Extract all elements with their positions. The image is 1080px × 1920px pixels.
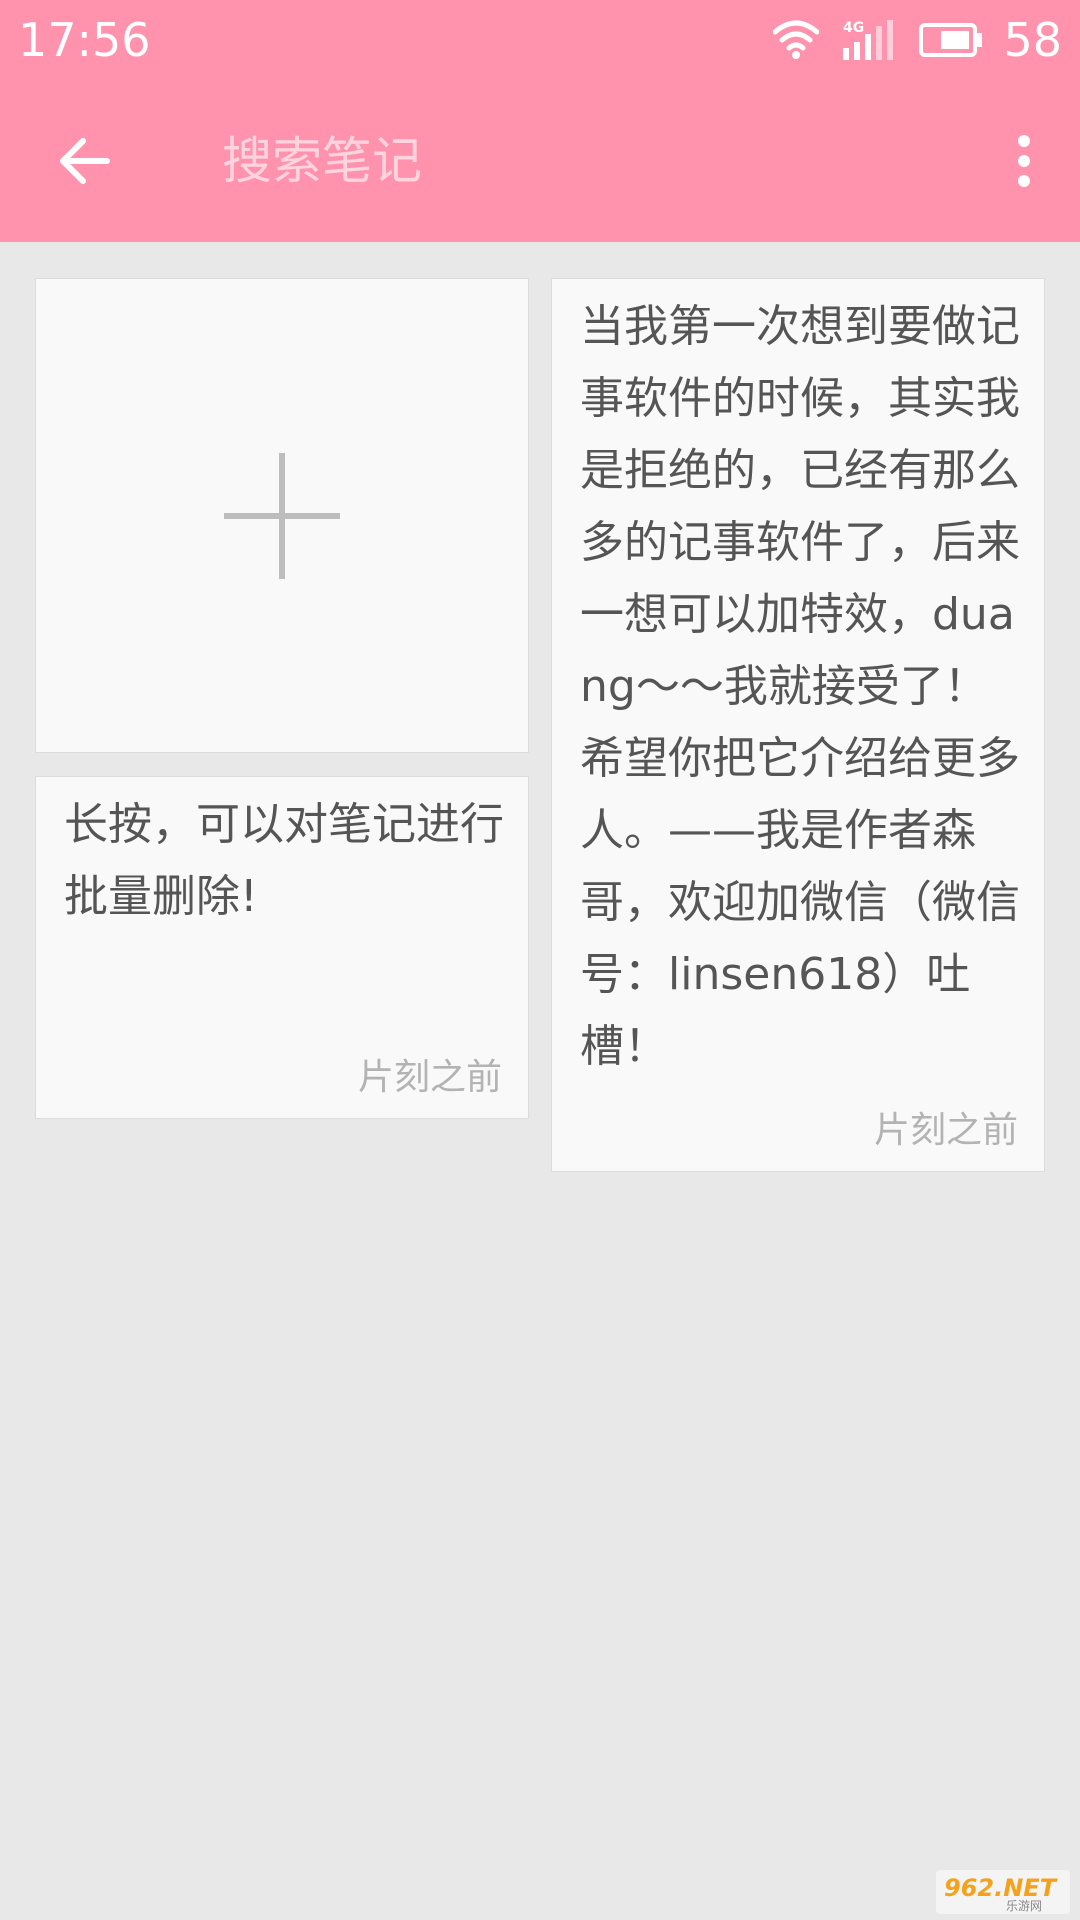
battery-icon	[919, 22, 983, 58]
watermark-logo: 962.NET 乐游网	[936, 1870, 1070, 1914]
note-text: 长按，可以对笔记进行批量删除!	[64, 799, 504, 922]
back-button[interactable]	[40, 116, 130, 206]
add-note-card[interactable]	[35, 278, 529, 753]
note-timestamp: 片刻之前	[873, 1110, 1018, 1151]
status-time: 17:56	[18, 13, 151, 67]
note-text: 当我第一次想到要做记事软件的时候，其实我是拒绝的，已经有那么多的记事软件了，后来…	[580, 301, 1020, 1072]
more-vert-icon	[1018, 135, 1030, 187]
status-icons: 4G 58	[751, 10, 1062, 70]
search-input[interactable]	[222, 126, 922, 196]
toolbar	[0, 80, 1080, 242]
watermark-subtext: 乐游网	[1006, 1899, 1042, 1913]
note-card[interactable]: 长按，可以对笔记进行批量删除! 片刻之前	[35, 776, 529, 1119]
plus-icon	[224, 452, 340, 579]
arrow-left-icon	[60, 138, 110, 184]
status-bar: 17:56 4G 58	[0, 0, 1080, 80]
watermark-text: 962.NET	[944, 1874, 1058, 1902]
network-label: 4G	[843, 20, 864, 36]
wifi-icon	[773, 20, 820, 60]
note-timestamp: 片刻之前	[357, 1057, 502, 1098]
battery-level: 58	[1003, 13, 1062, 67]
note-card[interactable]: 当我第一次想到要做记事软件的时候，其实我是拒绝的，已经有那么多的记事软件了，后来…	[551, 278, 1045, 1172]
more-options-button[interactable]	[994, 116, 1054, 206]
signal-4g-icon: 4G	[841, 18, 897, 62]
